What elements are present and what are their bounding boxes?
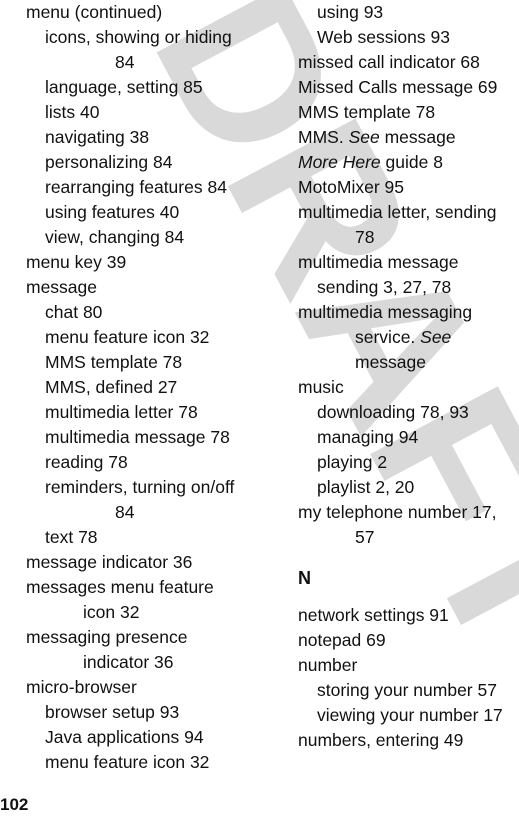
index-entry: 57 <box>355 527 375 547</box>
index-entry: lists 40 <box>45 102 100 122</box>
index-entry: multimedia message <box>298 252 459 272</box>
index-entry: MMS template 78 <box>298 102 436 122</box>
index-entry: text 78 <box>45 527 98 547</box>
index-entry: missed call indicator 68 <box>298 52 480 72</box>
index-entry: message <box>355 352 427 372</box>
index-entry: playlist 2, 20 <box>317 477 415 497</box>
index-entry: numbers, entering 49 <box>298 730 464 750</box>
index-entry: reminders, turning on/off <box>45 477 235 497</box>
index-entry: managing 94 <box>317 427 419 447</box>
index-group-n: network settings 91 notepad 69 number stori… <box>298 603 519 753</box>
index-entry: 84 <box>115 52 135 72</box>
index-entry: playing 2 <box>317 452 388 472</box>
index-group-m-continued: using 93 Web sessions 93 missed call indic… <box>298 0 519 550</box>
index-entry: chat 80 <box>45 302 103 322</box>
index-entry: icon 32 <box>83 602 140 622</box>
index-entry: multimedia message 78 <box>45 427 230 447</box>
index-entry: my telephone number 17, <box>298 502 497 522</box>
index-entry: view, changing 84 <box>45 227 185 247</box>
index-entry: menu key 39 <box>26 252 127 272</box>
index-entry: service. See <box>298 325 519 350</box>
index-column-right: using 93 Web sessions 93 missed call indic… <box>298 0 519 753</box>
index-entry: using 93 <box>317 2 384 22</box>
index-entry: messages menu feature <box>26 577 214 597</box>
index-entry: menu feature icon 32 <box>45 752 210 772</box>
index-entry: Java applications 94 <box>45 727 204 747</box>
index-entry: icons, showing or hiding <box>45 27 232 47</box>
index-entry: browser setup 93 <box>45 702 180 722</box>
index-entry: MotoMixer 95 <box>298 177 405 197</box>
index-entry: network settings 91 <box>298 605 449 625</box>
index-entry: menu (continued) <box>26 2 163 22</box>
index-entry: number <box>298 655 358 675</box>
index-entry: sending 3, 27, 78 <box>317 277 452 297</box>
see-reference: See <box>348 127 380 147</box>
index-entry: music <box>298 377 344 397</box>
index-entry: reading 78 <box>45 452 128 472</box>
index-entry: language, setting 85 <box>45 77 203 97</box>
index-entry: Missed Calls message 69 <box>298 77 498 97</box>
see-reference: See <box>420 327 452 347</box>
index-entry: message indicator 36 <box>26 552 193 572</box>
index-entry: micro-browser <box>26 677 137 697</box>
page-number: 102 <box>0 795 29 814</box>
index-entry: indicator 36 <box>83 652 174 672</box>
index-column-left: menu (continued) icons, showing or hiding… <box>26 0 256 775</box>
index-entry: navigating 38 <box>45 127 150 147</box>
index-entry: MMS template 78 <box>45 352 183 372</box>
index-entry-text: service. <box>355 327 421 347</box>
index-entry-text: message <box>379 127 456 147</box>
index-entry: using features 40 <box>45 202 180 222</box>
index-entry: MMS, defined 27 <box>45 377 178 397</box>
index-entry: multimedia letter, sending <box>298 202 497 222</box>
index-entry: MMS. See message <box>298 125 519 150</box>
index-entry: messaging presence <box>26 627 188 647</box>
index-entry-text: MMS. <box>298 127 349 147</box>
index-entry: notepad 69 <box>298 630 386 650</box>
index-entry: Web sessions 93 <box>317 27 450 47</box>
index-entry: storing your number 57 <box>317 680 497 700</box>
see-reference: More Here <box>298 152 381 172</box>
index-entry-text: guide 8 <box>380 152 443 172</box>
index-entry: More Here guide 8 <box>298 150 519 175</box>
index-entry: multimedia messaging <box>298 302 473 322</box>
index-entry: downloading 78, 93 <box>317 402 469 422</box>
index-entry: 78 <box>355 227 375 247</box>
index-entry: 84 <box>115 502 135 522</box>
index-entry: viewing your number 17 <box>317 705 503 725</box>
index-entry: message <box>26 277 98 297</box>
index-entry: menu feature icon 32 <box>45 327 210 347</box>
index-entry: multimedia letter 78 <box>45 402 198 422</box>
index-entry: rearranging features 84 <box>45 177 227 197</box>
section-heading-n: N <box>298 568 311 588</box>
index-entry: personalizing 84 <box>45 152 173 172</box>
